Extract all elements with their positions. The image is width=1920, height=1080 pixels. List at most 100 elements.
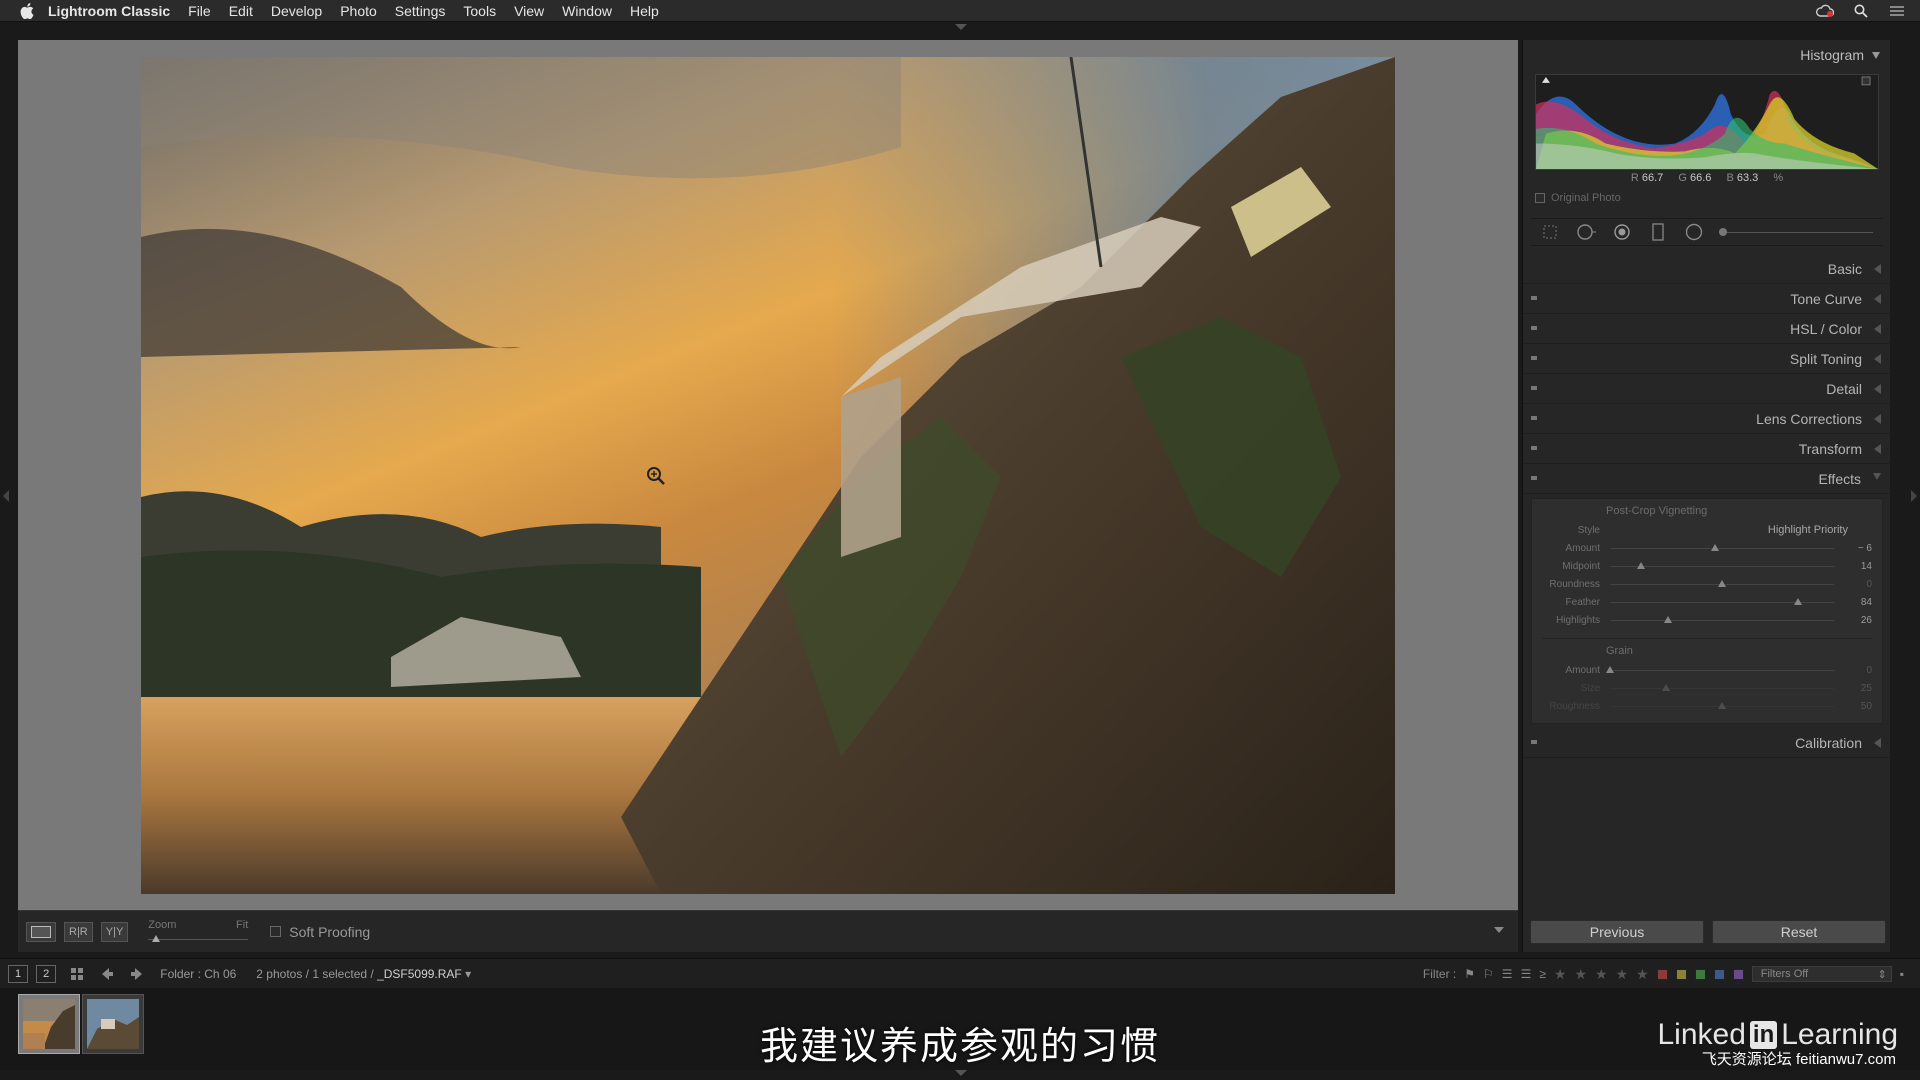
grain-size-slider[interactable]	[1610, 683, 1834, 691]
color-label-yellow[interactable]	[1675, 968, 1687, 980]
app-name[interactable]: Lightroom Classic	[48, 3, 170, 19]
menu-window[interactable]: Window	[562, 3, 612, 19]
style-select[interactable]: Highlight Priority	[1606, 524, 1872, 536]
original-photo-toggle[interactable]: Original Photo	[1535, 192, 1621, 204]
primary-display-button[interactable]: 1	[8, 964, 29, 983]
original-photo-checkbox[interactable]	[1535, 193, 1545, 203]
menu-photo[interactable]: Photo	[340, 3, 377, 19]
secondary-display-button[interactable]: 2	[36, 964, 57, 983]
brush-knob[interactable]	[1719, 227, 1727, 236]
panel-switch-icon[interactable]	[1531, 446, 1537, 450]
section-split-toning[interactable]: Split Toning	[1523, 344, 1891, 374]
section-lens-corrections[interactable]: Lens Corrections	[1523, 404, 1891, 434]
reset-button[interactable]: Reset	[1712, 920, 1886, 944]
before-after-swap-button[interactable]: Y|Y	[100, 921, 129, 942]
before-after-button[interactable]: R|R	[64, 921, 93, 942]
section-calibration[interactable]: Calibration	[1523, 728, 1891, 758]
bottom-panel-toggle-icon[interactable]	[955, 1070, 967, 1076]
section-tone-curve[interactable]: Tone Curve	[1523, 284, 1891, 314]
star-icon[interactable]: ★	[1574, 966, 1587, 983]
feather-value[interactable]: 84	[1848, 597, 1872, 608]
rating-operator-icon[interactable]: ≥	[1539, 967, 1546, 981]
roundness-value[interactable]: 0	[1848, 579, 1872, 590]
soft-proofing-checkbox[interactable]	[270, 926, 282, 937]
star-icon[interactable]: ★	[1554, 966, 1567, 983]
color-label-blue[interactable]	[1713, 968, 1725, 980]
panel-switch-icon[interactable]	[1531, 740, 1537, 744]
star-icon[interactable]: ★	[1636, 966, 1649, 983]
section-detail[interactable]: Detail	[1523, 374, 1891, 404]
zoom-slider-thumb[interactable]	[152, 934, 161, 942]
sort-icon[interactable]: ☰	[1502, 967, 1513, 981]
slider-thumb[interactable]	[1711, 543, 1720, 551]
crop-tool-icon[interactable]	[1539, 221, 1561, 243]
section-basic[interactable]: Basic	[1523, 254, 1891, 284]
histogram-header[interactable]: Histogram	[1523, 40, 1890, 70]
panel-switch-icon[interactable]	[1531, 416, 1537, 420]
loupe-view-button[interactable]	[26, 921, 56, 942]
slider-thumb[interactable]	[1662, 683, 1670, 691]
feather-slider[interactable]	[1610, 597, 1834, 605]
menu-edit[interactable]: Edit	[229, 3, 253, 19]
top-panel-toggle-icon[interactable]	[955, 24, 967, 30]
menu-file[interactable]: File	[188, 3, 211, 19]
soft-proofing-toggle[interactable]: Soft Proofing	[270, 924, 370, 940]
brush-slider[interactable]	[1719, 227, 1873, 236]
slider-thumb[interactable]	[1794, 597, 1803, 605]
menu-help[interactable]: Help	[630, 3, 659, 19]
right-panel-toggle-icon[interactable]	[1911, 490, 1917, 502]
slider-thumb[interactable]	[1637, 561, 1646, 569]
spotlight-search-icon[interactable]	[1852, 2, 1870, 20]
radial-filter-icon[interactable]	[1683, 221, 1705, 243]
slider-thumb[interactable]	[1664, 615, 1673, 623]
star-icon[interactable]: ★	[1595, 966, 1608, 983]
midpoint-value[interactable]: 14	[1848, 561, 1872, 572]
toolbar-options-chevron-icon[interactable]	[1494, 927, 1504, 933]
section-transform[interactable]: Transform	[1523, 434, 1891, 464]
grain-roughness-slider[interactable]	[1610, 701, 1834, 709]
color-label-green[interactable]	[1694, 968, 1706, 980]
color-label-purple[interactable]	[1732, 968, 1744, 980]
menu-develop[interactable]: Develop	[271, 3, 322, 19]
slider-thumb[interactable]	[1718, 579, 1726, 587]
left-panel-toggle-icon[interactable]	[3, 490, 9, 502]
filename-chevron-icon[interactable]: ▾	[465, 967, 471, 981]
panel-switch-icon[interactable]	[1531, 326, 1537, 330]
panel-switch-icon[interactable]	[1531, 356, 1537, 360]
highlights-slider[interactable]	[1610, 615, 1834, 623]
selected-filename[interactable]: _DSF5099.RAF	[377, 967, 462, 981]
slider-thumb[interactable]	[1718, 701, 1726, 709]
star-icon[interactable]: ★	[1616, 966, 1629, 983]
menu-tools[interactable]: Tools	[463, 3, 496, 19]
highlights-value[interactable]: 26	[1848, 615, 1872, 626]
slider-thumb[interactable]	[1606, 665, 1614, 673]
previous-button[interactable]: Previous	[1530, 920, 1704, 944]
forward-arrow-icon[interactable]	[128, 965, 146, 983]
notification-list-icon[interactable]	[1888, 2, 1906, 20]
menu-settings[interactable]: Settings	[395, 3, 446, 19]
grain-amount-slider[interactable]	[1606, 665, 1834, 673]
section-hsl-color[interactable]: HSL / Color	[1523, 314, 1891, 344]
panel-switch-icon[interactable]	[1531, 386, 1537, 390]
midpoint-slider[interactable]	[1610, 561, 1834, 569]
filter-lock-icon[interactable]: ▪	[1900, 967, 1904, 981]
size-value[interactable]: 25	[1848, 683, 1872, 694]
menu-view[interactable]: View	[514, 3, 544, 19]
creative-cloud-icon[interactable]	[1816, 2, 1834, 20]
graduated-filter-icon[interactable]	[1647, 221, 1669, 243]
panel-switch-icon[interactable]	[1531, 476, 1537, 480]
sort-secondary-icon[interactable]: ☰	[1521, 967, 1532, 981]
flag-reject-icon[interactable]: ⚐	[1483, 967, 1494, 981]
zoom-slider-track[interactable]	[148, 938, 249, 940]
amount-slider[interactable]	[1610, 543, 1834, 551]
filter-preset-select[interactable]: Filters Off ⇕	[1751, 966, 1892, 982]
histogram[interactable]	[1535, 74, 1879, 170]
back-arrow-icon[interactable]	[98, 965, 116, 983]
panel-switch-icon[interactable]	[1531, 296, 1537, 300]
roughness-value[interactable]: 50	[1848, 701, 1872, 712]
red-eye-icon[interactable]	[1611, 221, 1633, 243]
section-effects[interactable]: Effects	[1523, 464, 1891, 494]
amount-value[interactable]: − 6	[1848, 543, 1872, 554]
photo-preview[interactable]	[141, 57, 1395, 894]
spot-removal-icon[interactable]	[1575, 221, 1597, 243]
